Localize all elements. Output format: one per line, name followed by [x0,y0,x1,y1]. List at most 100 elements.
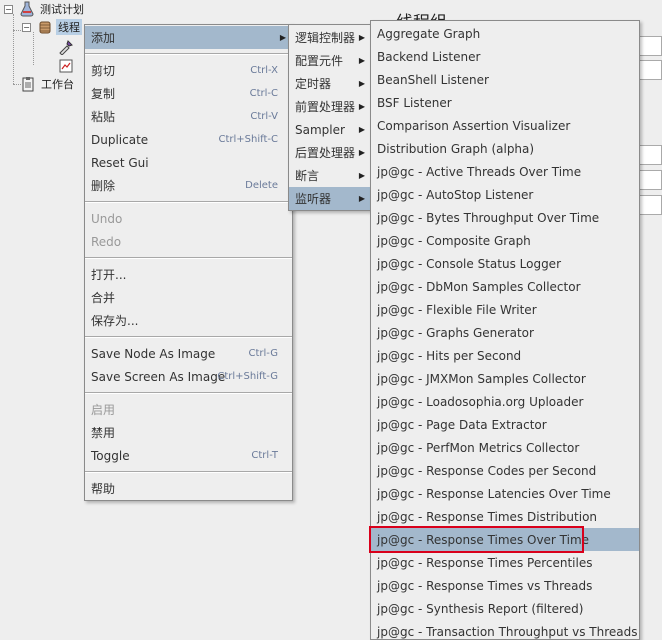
submenu-arrow-icon: ▶ [358,79,365,88]
menu-item-item[interactable]: 逻辑控制器 ▶ [289,26,371,49]
tree-line [33,32,34,65]
menu-item-item[interactable]: 断言 ▶ [289,164,371,187]
menu-item-distribution-graph-alpha[interactable]: Distribution Graph (alpha) [371,137,639,160]
menu-item-toggle[interactable]: Toggle Ctrl-T [85,444,292,467]
menu-item-label: jp@gc - JMXMon Samples Collector [377,371,586,386]
menu-separator [85,392,292,394]
menu-item-item[interactable]: 复制 Ctrl-C [85,82,292,105]
menu-item-backend-listener[interactable]: Backend Listener [371,45,639,68]
menu-item-label: Comparison Assertion Visualizer [377,118,571,133]
menu-item-item[interactable]: 前置处理器 ▶ [289,95,371,118]
menu-accelerator: Ctrl-C [249,88,278,99]
menu-item-duplicate[interactable]: Duplicate Ctrl+Shift-C [85,128,292,151]
menu-item-label: Aggregate Graph [377,26,481,41]
menu-item-jp-gc-transaction-throughput-vs-threads[interactable]: jp@gc - Transaction Throughput vs Thread… [371,620,639,639]
menu-item-label: Reset Gui [91,155,149,170]
menu-item-label: Duplicate [91,132,149,147]
menu-item-jp-gc-response-times-vs-threads[interactable]: jp@gc - Response Times vs Threads [371,574,639,597]
submenu-arrow-icon: ▶ [279,33,286,42]
menu-item-item: 启用 [85,398,292,421]
menu-item-label: jp@gc - Response Times Distribution [377,509,598,524]
menu-accelerator: Ctrl+Shift-C [218,134,279,145]
menu-item-jp-gc-active-threads-over-time[interactable]: jp@gc - Active Threads Over Time [371,160,639,183]
tree-node-listener[interactable] [58,57,77,75]
collapse-toggle-icon[interactable]: − [4,4,13,14]
menu-item-item[interactable]: 配置元件 ▶ [289,49,371,72]
menu-item-reset-gui[interactable]: Reset Gui [85,151,292,174]
tree-node-sampler[interactable] [58,38,77,56]
menu-item-item[interactable]: 添加 ▶ [85,26,292,49]
menu-item-label: 复制 [91,87,116,101]
submenu-arrow-icon: ▶ [358,148,365,157]
submenu-arrow-icon: ▶ [358,125,365,134]
menu-separator [85,257,292,259]
menu-item-jp-gc-flexible-file-writer[interactable]: jp@gc - Flexible File Writer [371,298,639,321]
menu-item-item[interactable]: 打开... [85,263,292,286]
menu-item-save-node-as-image[interactable]: Save Node As Image Ctrl-G [85,342,292,365]
menu-item-sampler[interactable]: Sampler ▶ [289,118,371,141]
menu-item-jp-gc-response-times-over-time[interactable]: jp@gc - Response Times Over Time [371,528,639,551]
tree-node-thread-group[interactable]: − 线程 [22,18,82,36]
menu-item-jp-gc-bytes-throughput-over-time[interactable]: jp@gc - Bytes Throughput Over Time [371,206,639,229]
menu-item-jp-gc-loadosophia-org-uploader[interactable]: jp@gc - Loadosophia.org Uploader [371,390,639,413]
spool-icon [37,19,53,35]
menu-item-item[interactable]: 监听器 ▶ [289,187,371,210]
menu-item-item[interactable]: 粘贴 Ctrl-V [85,105,292,128]
menu-item-label: jp@gc - Response Times Percentiles [377,555,593,570]
menu-item-jp-gc-autostop-listener[interactable]: jp@gc - AutoStop Listener [371,183,639,206]
menu-item-item[interactable]: 后置处理器 ▶ [289,141,371,164]
menu-item-jp-gc-response-codes-per-second[interactable]: jp@gc - Response Codes per Second [371,459,639,482]
menu-item-jp-gc-jmxmon-samples-collector[interactable]: jp@gc - JMXMon Samples Collector [371,367,639,390]
menu-item-jp-gc-hits-per-second[interactable]: jp@gc - Hits per Second [371,344,639,367]
menu-item-label: 保存为... [91,314,139,328]
submenu-arrow-icon: ▶ [358,56,365,65]
menu-item-label: Toggle [91,448,130,463]
submenu-arrow-icon: ▶ [358,102,365,111]
menu-item-label: 禁用 [91,426,116,440]
menu-item-jp-gc-perfmon-metrics-collector[interactable]: jp@gc - PerfMon Metrics Collector [371,436,639,459]
menu-item-bsf-listener[interactable]: BSF Listener [371,91,639,114]
menu-item-item[interactable]: 保存为... [85,309,292,332]
menu-item-label: jp@gc - Active Threads Over Time [377,164,582,179]
menu-item-comparison-assertion-visualizer[interactable]: Comparison Assertion Visualizer [371,114,639,137]
menu-item-item[interactable]: 定时器 ▶ [289,72,371,95]
menu-item-jp-gc-dbmon-samples-collector[interactable]: jp@gc - DbMon Samples Collector [371,275,639,298]
menu-item-label: jp@gc - Composite Graph [377,233,531,248]
flask-icon [19,1,35,17]
menu-item-jp-gc-composite-graph[interactable]: jp@gc - Composite Graph [371,229,639,252]
menu-accelerator: Ctrl-X [250,65,278,76]
menu-item-label: 帮助 [91,482,116,496]
menu-item-jp-gc-page-data-extractor[interactable]: jp@gc - Page Data Extractor [371,413,639,436]
menu-item-jp-gc-graphs-generator[interactable]: jp@gc - Graphs Generator [371,321,639,344]
clipboard-icon [20,76,36,92]
collapse-toggle-icon[interactable]: − [22,22,31,32]
menu-item-label: 逻辑控制器 [295,31,356,45]
menu-item-label: jp@gc - AutoStop Listener [377,187,534,202]
menu-item-label: 合并 [91,291,116,305]
menu-item-label: jp@gc - Response Latencies Over Time [377,486,611,501]
menu-item-item[interactable]: 删除 Delete [85,174,292,197]
context-menu: 添加 ▶ 剪切 Ctrl-X 复制 Ctrl-C 粘贴 Ctrl-V Duplicate Ctrl… [84,24,293,501]
menu-item-label: 启用 [91,403,116,417]
menu-item-item[interactable]: 帮助 [85,477,292,500]
menu-item-jp-gc-response-times-distribution[interactable]: jp@gc - Response Times Distribution [371,505,639,528]
menu-item-item[interactable]: 剪切 Ctrl-X [85,59,292,82]
menu-item-item[interactable]: 禁用 [85,421,292,444]
menu-item-label: Backend Listener [377,49,481,64]
menu-item-jp-gc-console-status-logger[interactable]: jp@gc - Console Status Logger [371,252,639,275]
tree-node-test-plan[interactable]: − 测试计划 [4,0,86,18]
menu-item-label: Save Screen As Image [91,369,226,384]
menu-item-jp-gc-response-times-percentiles[interactable]: jp@gc - Response Times Percentiles [371,551,639,574]
menu-item-jp-gc-synthesis-report-filtered[interactable]: jp@gc - Synthesis Report (filtered) [371,597,639,620]
menu-item-redo: Redo [85,230,292,253]
menu-item-beanshell-listener[interactable]: BeanShell Listener [371,68,639,91]
menu-item-label: jp@gc - Page Data Extractor [377,417,547,432]
menu-item-save-screen-as-image[interactable]: Save Screen As Image Ctrl+Shift-G [85,365,292,388]
menu-item-label: jp@gc - Flexible File Writer [377,302,537,317]
menu-item-label: 前置处理器 [295,100,356,114]
tree-node-workbench[interactable]: 工作台 [20,75,76,93]
menu-separator [85,201,292,203]
menu-item-jp-gc-response-latencies-over-time[interactable]: jp@gc - Response Latencies Over Time [371,482,639,505]
menu-item-aggregate-graph[interactable]: Aggregate Graph [371,22,639,45]
menu-item-item[interactable]: 合并 [85,286,292,309]
